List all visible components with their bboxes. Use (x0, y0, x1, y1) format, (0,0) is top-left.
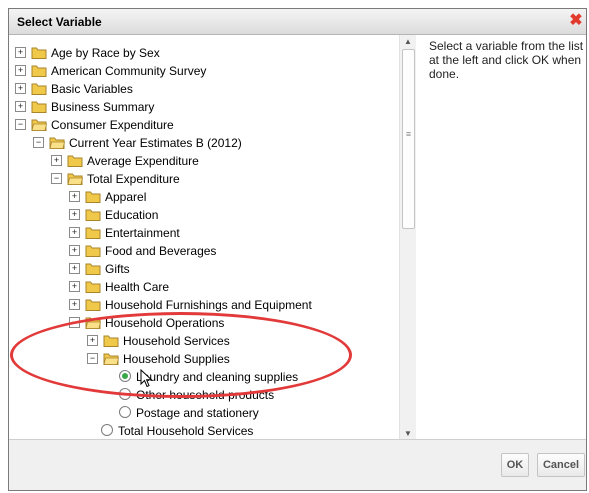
cancel-button[interactable]: Cancel (537, 453, 585, 477)
tree-item-label: Consumer Expenditure (51, 117, 174, 132)
tree-item-total-household-services[interactable]: Total Household Services (101, 421, 253, 439)
open-folder-icon (67, 173, 83, 185)
collapse-icon[interactable]: − (33, 137, 44, 149)
close-icon[interactable]: ✖ (568, 13, 584, 29)
folder-icon (85, 209, 101, 221)
folder-icon (85, 227, 101, 239)
folder-icon (31, 101, 47, 113)
tree-item-entertainment[interactable]: + Entertainment (69, 223, 180, 241)
dialog-footer: OK Cancel (9, 439, 586, 490)
select-variable-dialog: Select Variable ✖ + Age by Race by Sex + Am… (8, 8, 587, 491)
folder-icon (67, 155, 83, 167)
tree-item-label: Age by Race by Sex (51, 45, 160, 60)
tree-item-label: Entertainment (105, 225, 180, 240)
tree-item-average-expenditure[interactable]: + Average Expenditure (51, 151, 199, 169)
folder-icon (85, 299, 101, 311)
tree-item-american-community-survey[interactable]: + American Community Survey (15, 61, 206, 79)
expand-icon[interactable]: + (69, 263, 80, 275)
tree-item-education[interactable]: + Education (69, 205, 158, 223)
tree-item-health-care[interactable]: + Health Care (69, 277, 169, 295)
title-bar: Select Variable ✖ (9, 9, 586, 35)
folder-icon (31, 83, 47, 95)
tree-item-label: Average Expenditure (87, 153, 199, 168)
expand-icon[interactable]: + (15, 83, 26, 95)
folder-icon (85, 281, 101, 293)
mouse-cursor-icon (140, 369, 153, 388)
tree-item-apparel[interactable]: + Apparel (69, 187, 146, 205)
radio-icon[interactable] (101, 423, 113, 436)
tree-item-label: Apparel (105, 189, 147, 204)
tree-item-business-summary[interactable]: + Business Summary (15, 97, 154, 115)
expand-icon[interactable]: + (15, 101, 26, 113)
tree-item-label: American Community Survey (51, 63, 207, 78)
tree-item-label: Basic Variables (51, 81, 133, 96)
tree-item-label: Health Care (105, 279, 170, 294)
scroll-thumb[interactable]: ≡ (402, 49, 415, 229)
highlight-ellipse (10, 312, 352, 398)
tree-item-household-furnishings-and-equipment[interactable]: + Household Furnishings and Equipment (69, 295, 312, 313)
tree-item-label: Business Summary (51, 99, 155, 114)
collapse-icon[interactable]: − (51, 173, 62, 185)
expand-icon[interactable]: + (69, 281, 80, 293)
expand-icon[interactable]: + (69, 191, 80, 203)
help-text: Select a variable from the list at the l… (429, 39, 584, 81)
tree-item-postage-and-stationery[interactable]: Postage and stationery (119, 403, 259, 421)
tree-item-age-by-race-by-sex[interactable]: + Age by Race by Sex (15, 43, 160, 61)
tree-scrollbar[interactable]: ▲ ≡ ▼ (399, 35, 416, 441)
folder-icon (31, 65, 47, 77)
dialog-title: Select Variable (17, 15, 102, 29)
tree-item-total-expenditure[interactable]: − Total Expenditure (51, 169, 180, 187)
tree-item-gifts[interactable]: + Gifts (69, 259, 130, 277)
collapse-icon[interactable]: − (15, 119, 26, 131)
tree-item-label: Household Furnishings and Equipment (105, 297, 312, 312)
expand-icon[interactable]: + (15, 47, 26, 59)
grip-icon: ≡ (405, 129, 412, 139)
folder-icon (85, 245, 101, 257)
tree-item-label: Total Household Services (118, 423, 254, 438)
folder-icon (85, 191, 101, 203)
ok-button[interactable]: OK (501, 453, 529, 477)
tree-item-label: Current Year Estimates B (2012) (69, 135, 242, 150)
expand-icon[interactable]: + (51, 155, 62, 167)
expand-icon[interactable]: + (69, 209, 80, 221)
open-folder-icon (49, 137, 65, 149)
tree-item-consumer-expenditure[interactable]: − Consumer Expenditure (15, 115, 174, 133)
tree-item-label: Food and Beverages (105, 243, 217, 258)
tree-item-label: Gifts (105, 261, 130, 276)
tree-item-current-year-estimates-b-2012[interactable]: − Current Year Estimates B (2012) (33, 133, 242, 151)
tree-item-label: Total Expenditure (87, 171, 180, 186)
folder-icon (31, 47, 47, 59)
open-folder-icon (31, 119, 47, 131)
expand-icon[interactable]: + (69, 245, 80, 257)
radio-icon[interactable] (119, 405, 131, 418)
tree-item-label: Education (105, 207, 159, 222)
expand-icon[interactable]: + (69, 227, 80, 239)
tree-item-food-and-beverages[interactable]: + Food and Beverages (69, 241, 216, 259)
folder-icon (85, 263, 101, 275)
scroll-up-arrow-icon[interactable]: ▲ (400, 35, 416, 49)
tree-item-label: Postage and stationery (136, 405, 259, 420)
expand-icon[interactable]: + (69, 299, 80, 311)
tree-item-basic-variables[interactable]: + Basic Variables (15, 79, 133, 97)
expand-icon[interactable]: + (15, 65, 26, 77)
